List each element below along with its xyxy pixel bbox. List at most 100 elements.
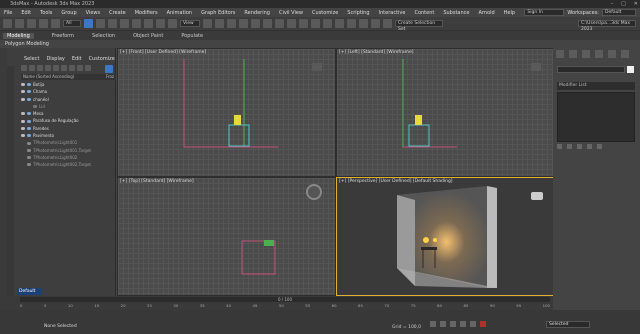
menu-content[interactable]: Content <box>414 10 434 16</box>
sign-in-button[interactable]: Sign In <box>524 9 565 16</box>
selection-set-dropdown[interactable]: Create Selection Set <box>395 20 443 32</box>
display-tab-icon[interactable] <box>608 50 616 58</box>
menu-modifiers[interactable]: Modifiers <box>135 10 158 16</box>
tab-modeling[interactable]: Modeling <box>3 32 34 39</box>
scene-list-header[interactable]: Name (Sorted Ascending) Froz <box>21 74 116 80</box>
menu-create[interactable]: Create <box>109 10 126 16</box>
filter-icon[interactable] <box>105 65 113 73</box>
selected-dropdown[interactable]: Selected <box>546 321 590 328</box>
viewport-left[interactable]: [+] [Left] [Standard] [Wireframe] <box>336 48 554 177</box>
display-xrefs-icon[interactable] <box>77 65 83 71</box>
display-geometry-icon[interactable] <box>21 65 27 71</box>
move-icon[interactable] <box>132 19 141 28</box>
go-to-end-icon[interactable] <box>470 321 476 327</box>
show-end-result-icon[interactable] <box>567 144 572 149</box>
display-lights-icon[interactable] <box>37 65 43 71</box>
scene-tab-select[interactable]: Select <box>24 56 39 62</box>
modify-tab-icon[interactable] <box>569 50 577 58</box>
pin-stack-icon[interactable] <box>557 144 562 149</box>
display-groups-icon[interactable] <box>69 65 75 71</box>
angle-snap-icon[interactable] <box>227 19 236 28</box>
edit-named-sets-icon[interactable] <box>263 19 272 28</box>
scene-item-paredes[interactable]: Paredes <box>21 125 116 132</box>
select-object-icon[interactable] <box>84 19 93 28</box>
viewcube-icon[interactable] <box>312 63 322 71</box>
scale-icon[interactable] <box>156 19 165 28</box>
link-icon[interactable] <box>27 19 36 28</box>
toggle-scene-explorer-icon[interactable] <box>299 19 308 28</box>
scene-item-light002[interactable]: TPhotometricLight002 <box>21 154 116 161</box>
next-frame-icon[interactable] <box>460 321 466 327</box>
material-editor-icon[interactable] <box>347 19 356 28</box>
eye-icon[interactable] <box>21 90 25 94</box>
scene-item-light001[interactable]: TPhotometricLight001 <box>21 139 116 146</box>
selection-filter-dropdown[interactable]: All <box>63 20 81 27</box>
rectangle-selection-icon[interactable] <box>108 19 117 28</box>
configure-modifier-sets-icon[interactable] <box>597 144 602 149</box>
auto-key-button[interactable] <box>480 321 486 327</box>
viewcube-icon[interactable] <box>531 63 541 71</box>
play-icon[interactable] <box>450 321 456 327</box>
close-icon[interactable]: ✕ <box>634 0 638 8</box>
minimize-icon[interactable]: – <box>611 0 614 8</box>
spinner-snap-icon[interactable] <box>251 19 260 28</box>
curve-editor-icon[interactable] <box>323 19 332 28</box>
mirror-icon[interactable] <box>275 19 284 28</box>
rendered-frame-icon[interactable] <box>371 19 380 28</box>
tab-selection[interactable]: Selection <box>92 33 115 39</box>
menu-arnold[interactable]: Arnold <box>478 10 494 16</box>
display-warps-icon[interactable] <box>61 65 67 71</box>
menu-rendering[interactable]: Rendering <box>244 10 270 16</box>
viewcube-icon[interactable] <box>306 184 322 200</box>
rotate-icon[interactable] <box>144 19 153 28</box>
scene-tab-edit[interactable]: Edit <box>72 56 82 62</box>
make-unique-icon[interactable] <box>577 144 582 149</box>
bind-space-warp-icon[interactable] <box>51 19 60 28</box>
column-frozen-header[interactable]: Froz <box>106 74 114 80</box>
placement-icon[interactable] <box>168 19 177 28</box>
viewport-front[interactable]: [+] [Front] [User Defined] [Wireframe] <box>117 48 336 177</box>
eye-icon[interactable] <box>21 134 25 138</box>
redo-icon[interactable] <box>15 19 24 28</box>
ribbon-polygon-modeling[interactable]: Polygon Modeling <box>0 40 640 48</box>
reference-coordinate-dropdown[interactable]: View <box>180 20 200 27</box>
workspaces-dropdown[interactable]: Default <box>602 9 636 16</box>
layer-explorer-icon[interactable] <box>311 19 320 28</box>
display-helpers-icon[interactable] <box>53 65 59 71</box>
menu-views[interactable]: Views <box>86 10 100 16</box>
window-crossing-icon[interactable] <box>120 19 129 28</box>
scene-item-lid[interactable]: Lid <box>21 103 116 110</box>
display-cameras-icon[interactable] <box>45 65 51 71</box>
time-slider[interactable]: 0 / 100 <box>20 297 550 302</box>
utilities-tab-icon[interactable] <box>621 50 629 58</box>
align-icon[interactable] <box>287 19 296 28</box>
go-to-start-icon[interactable] <box>430 321 436 327</box>
display-bones-icon[interactable] <box>85 65 91 71</box>
object-name-field[interactable] <box>557 66 625 73</box>
menu-help[interactable]: Help <box>504 10 515 16</box>
scene-item-chaneol[interactable]: chanéol <box>21 96 116 103</box>
project-path-field[interactable]: C:\Users\pa...3ds Max 2023 <box>578 20 636 32</box>
modifier-stack[interactable] <box>557 92 635 142</box>
menu-file[interactable]: File <box>4 10 12 16</box>
layer-default[interactable]: Default <box>17 288 42 295</box>
eye-icon[interactable] <box>21 97 25 101</box>
menu-interactive[interactable]: Interactive <box>379 10 406 16</box>
viewport-perspective[interactable]: [+] [Perspective] [User Defined] [Defaul… <box>336 177 554 296</box>
scene-item-light002-target[interactable]: TPhotometricLight002.Target <box>21 161 116 168</box>
eye-icon[interactable] <box>21 83 25 87</box>
menu-edit[interactable]: Edit <box>21 10 31 16</box>
tab-freeform[interactable]: Freeform <box>52 33 74 39</box>
scene-tab-customize[interactable]: Customize <box>89 56 115 62</box>
select-by-name-icon[interactable] <box>96 19 105 28</box>
maximize-icon[interactable]: □ <box>621 0 626 8</box>
tab-populate[interactable]: Populate <box>181 33 203 39</box>
viewcube-icon[interactable] <box>531 192 543 200</box>
viewport-label[interactable]: [+] [Left] [Standard] [Wireframe] <box>339 50 414 55</box>
tab-object-paint[interactable]: Object Paint <box>133 33 163 39</box>
percent-snap-icon[interactable] <box>239 19 248 28</box>
display-shapes-icon[interactable] <box>29 65 35 71</box>
eye-icon[interactable] <box>21 119 25 123</box>
scene-item-mesa[interactable]: Mesa <box>21 110 116 117</box>
scene-tab-display[interactable]: Display <box>46 56 64 62</box>
